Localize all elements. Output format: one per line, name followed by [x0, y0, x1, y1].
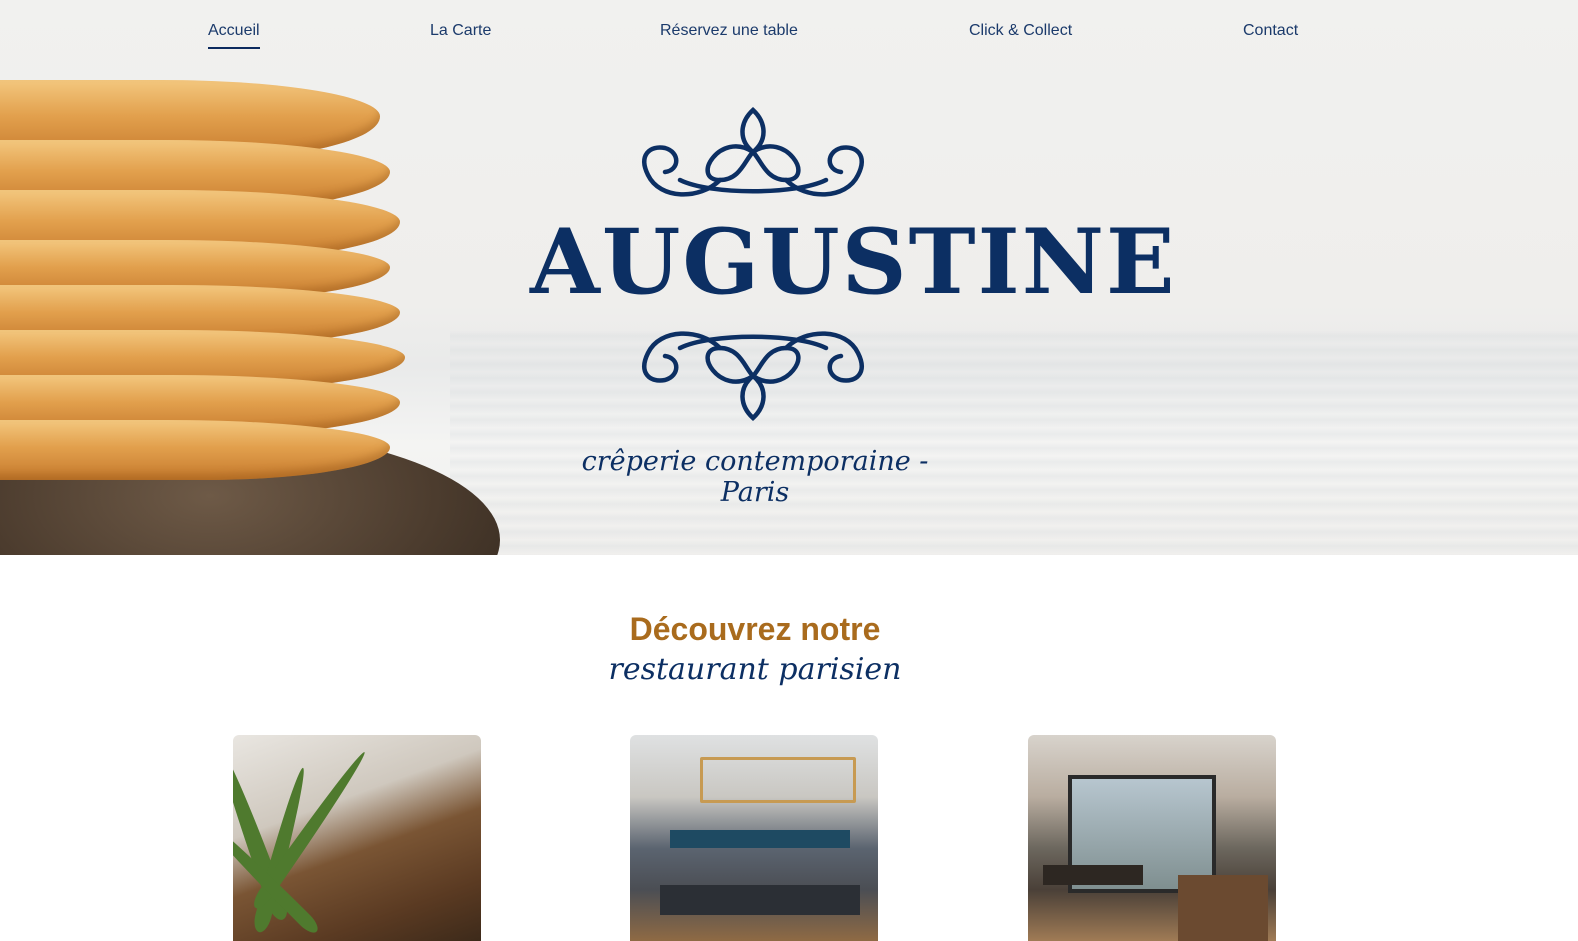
nav-item-la-carte[interactable]: La Carte — [430, 22, 491, 40]
flourish-bottom-icon — [642, 331, 864, 422]
table — [1043, 865, 1143, 885]
section-subtitle: restaurant parisien — [608, 652, 902, 687]
main-nav: Accueil La Carte Réservez une table Clic… — [0, 0, 1578, 64]
pendant-light-frame — [700, 757, 856, 803]
nav-item-click-collect[interactable]: Click & Collect — [969, 22, 1072, 40]
nav-item-reservez[interactable]: Réservez une table — [660, 22, 798, 40]
staircase-photo[interactable] — [233, 735, 481, 941]
dining-room-photo[interactable] — [630, 735, 878, 941]
nav-item-contact[interactable]: Contact — [1243, 22, 1298, 40]
nav-item-accueil[interactable]: Accueil — [208, 22, 260, 49]
railing — [1178, 875, 1268, 941]
window-seating-photo[interactable] — [1028, 735, 1276, 941]
flourish-top-icon — [642, 106, 864, 197]
hero-tagline: crêperie contemporaine - Paris — [581, 446, 929, 508]
section-title: Découvrez notre — [629, 611, 881, 647]
banquette — [670, 830, 850, 848]
brand-name: AUGUSTINE — [530, 209, 1177, 315]
dining-table — [660, 885, 860, 915]
